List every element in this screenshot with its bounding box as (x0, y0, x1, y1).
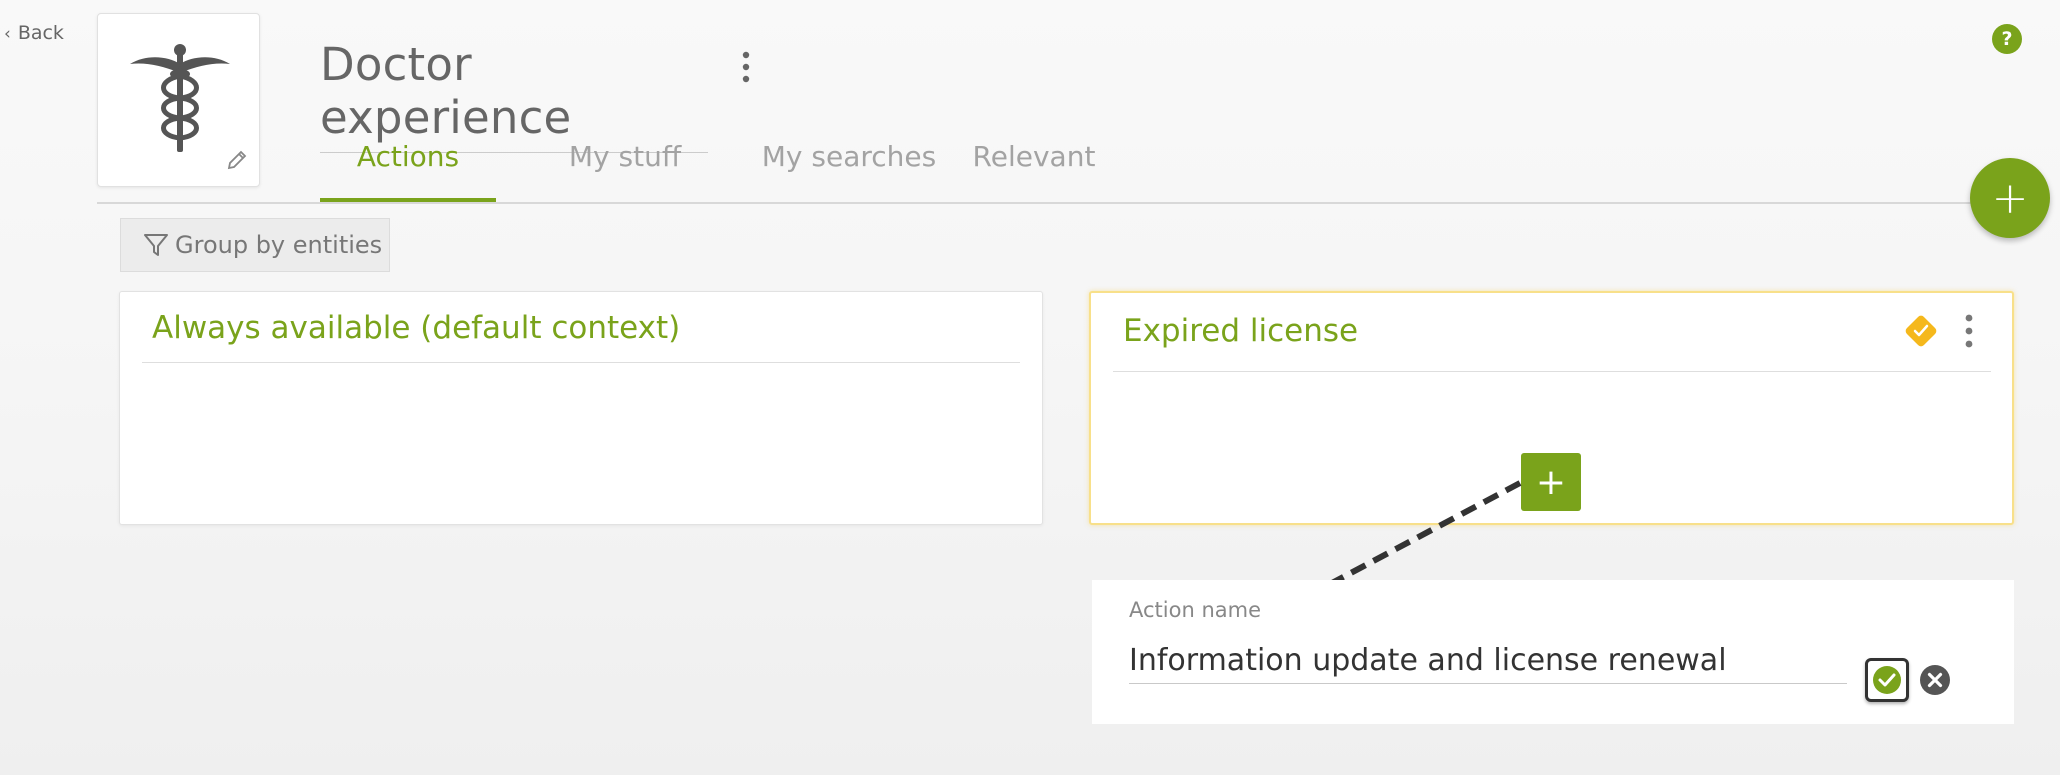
context-title: Expired license (1123, 313, 1359, 349)
diamond-check-icon (1905, 315, 1937, 347)
action-name-label: Action name (1129, 598, 1261, 622)
kebab-menu-icon[interactable] (1963, 313, 1975, 349)
add-action-button[interactable]: + (1521, 453, 1581, 511)
page-title: Doctor experience (320, 38, 708, 153)
group-by-label: Group by entities (175, 231, 383, 259)
card-divider (1113, 371, 1991, 372)
tab-bar: Actions My stuff My searches Relevant (320, 140, 1124, 202)
kebab-menu-icon[interactable] (740, 50, 752, 84)
entity-logo-card[interactable] (97, 13, 260, 187)
tab-relevant[interactable]: Relevant (944, 140, 1124, 202)
filter-icon (144, 234, 168, 256)
group-by-entities-button[interactable]: Group by entities (120, 218, 390, 272)
pencil-icon[interactable] (225, 148, 249, 172)
chevron-left-icon: ‹ (4, 24, 11, 44)
caduceus-icon (130, 44, 230, 152)
close-circle-icon[interactable] (1919, 664, 1951, 696)
tab-my-stuff[interactable]: My stuff (496, 140, 754, 202)
help-icon[interactable]: ? (1992, 24, 2022, 54)
action-name-panel: Action name (1092, 580, 2014, 724)
tab-my-searches[interactable]: My searches (754, 140, 944, 202)
tabs-divider (97, 202, 2047, 204)
confirm-button[interactable] (1865, 658, 1909, 702)
context-card-default: Always available (default context) (119, 291, 1043, 525)
tab-actions[interactable]: Actions (320, 140, 496, 202)
check-circle-icon (1873, 666, 1901, 694)
card-divider (142, 362, 1020, 363)
context-title: Always available (default context) (152, 310, 681, 346)
add-fab-button[interactable]: + (1970, 158, 2050, 238)
back-link[interactable]: ‹ Back (4, 22, 64, 44)
back-label: Back (17, 22, 64, 44)
context-card-expired-license: Expired license + (1089, 291, 2014, 525)
action-name-input[interactable] (1129, 638, 1847, 684)
